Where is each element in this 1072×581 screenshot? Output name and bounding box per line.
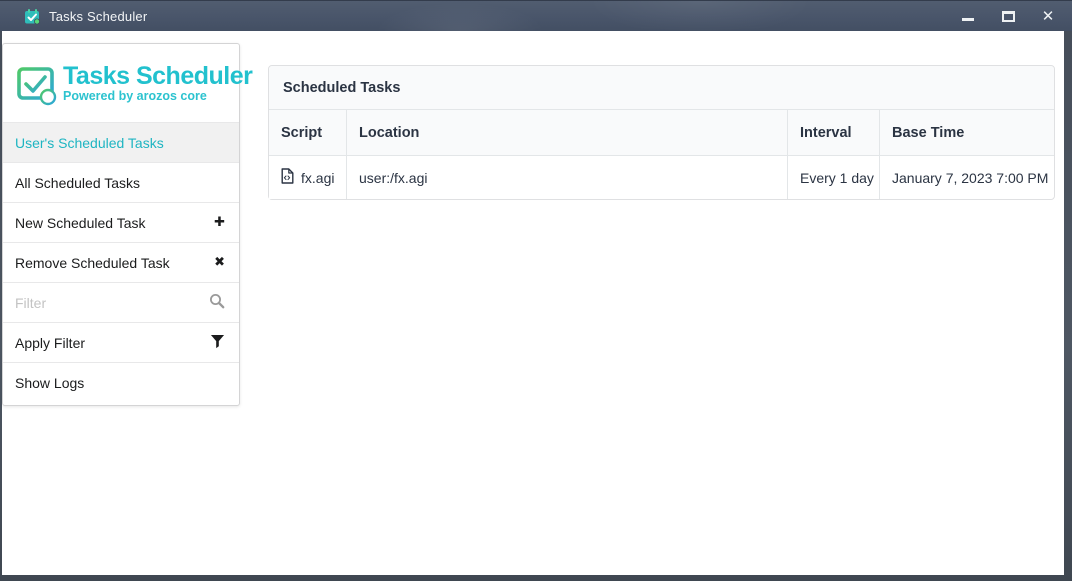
app-subtitle: Powered by arozos core <box>63 90 252 103</box>
maximize-button[interactable] <box>988 1 1028 31</box>
task-location: user:/fx.agi <box>359 170 427 186</box>
task-interval: Every 1 day <box>800 170 874 186</box>
close-button[interactable]: ✕ <box>1028 1 1068 31</box>
search-icon <box>209 293 225 312</box>
menu-item-label: User's Scheduled Tasks <box>15 135 164 151</box>
sidebar-menu: User's Scheduled Tasks All Scheduled Tas… <box>3 122 239 402</box>
task-row-interval-cell[interactable]: Every 1 day <box>787 156 879 199</box>
task-row-base-time-cell[interactable]: January 7, 2023 7:00 PM <box>879 156 1054 199</box>
titlebar: Tasks Scheduler ✕ <box>0 0 1072 31</box>
menu-item-label: Remove Scheduled Task <box>15 255 170 271</box>
app-calendar-icon <box>24 8 41 25</box>
sidebar: Tasks Scheduler Powered by arozos core U… <box>2 43 240 406</box>
menu-item-label: New Scheduled Task <box>15 215 145 231</box>
app-logo-icon <box>14 60 60 106</box>
scheduled-tasks-table: Script Location Interval Base Time fx.ag… <box>269 110 1054 199</box>
column-header-script: Script <box>269 110 346 156</box>
scheduled-tasks-panel: Scheduled Tasks Script Location Interval… <box>268 65 1055 200</box>
file-code-icon <box>281 168 294 187</box>
plus-icon: ✚ <box>214 215 225 230</box>
column-header-base-time: Base Time <box>879 110 1054 156</box>
sidebar-item-apply-filter[interactable]: Apply Filter <box>3 322 239 362</box>
task-row-script-cell[interactable]: fx.agi <box>269 156 346 199</box>
window-title: Tasks Scheduler <box>49 9 147 24</box>
sidebar-item-all-scheduled-tasks[interactable]: All Scheduled Tasks <box>3 162 239 202</box>
task-script-name: fx.agi <box>301 170 334 186</box>
minimize-button[interactable] <box>948 1 988 31</box>
task-base-time: January 7, 2023 7:00 PM <box>892 170 1048 186</box>
sidebar-item-new-scheduled-task[interactable]: New Scheduled Task ✚ <box>3 202 239 242</box>
sidebar-item-remove-scheduled-task[interactable]: Remove Scheduled Task ✖ <box>3 242 239 282</box>
maximize-icon <box>1002 11 1015 22</box>
window-frame: Tasks Scheduler ✕ <box>0 0 1072 581</box>
sidebar-item-users-scheduled-tasks[interactable]: User's Scheduled Tasks <box>3 122 239 162</box>
sidebar-filter-item <box>3 282 239 322</box>
menu-item-label: Apply Filter <box>15 335 85 351</box>
remove-icon: ✖ <box>214 255 225 270</box>
app-logo: Tasks Scheduler Powered by arozos core <box>3 44 239 122</box>
menu-item-label: All Scheduled Tasks <box>15 175 140 191</box>
filter-input[interactable] <box>15 295 209 311</box>
menu-item-label: Show Logs <box>15 375 84 391</box>
minimize-icon <box>962 18 974 21</box>
window-content: Tasks Scheduler Powered by arozos core U… <box>2 31 1064 575</box>
window-controls: ✕ <box>948 1 1072 31</box>
task-row-location-cell[interactable]: user:/fx.agi <box>346 156 787 199</box>
column-header-interval: Interval <box>787 110 879 156</box>
app-title: Tasks Scheduler <box>63 63 252 89</box>
sidebar-item-show-logs[interactable]: Show Logs <box>3 362 239 402</box>
filter-icon <box>210 334 225 352</box>
column-header-location: Location <box>346 110 787 156</box>
panel-title: Scheduled Tasks <box>269 66 1054 110</box>
